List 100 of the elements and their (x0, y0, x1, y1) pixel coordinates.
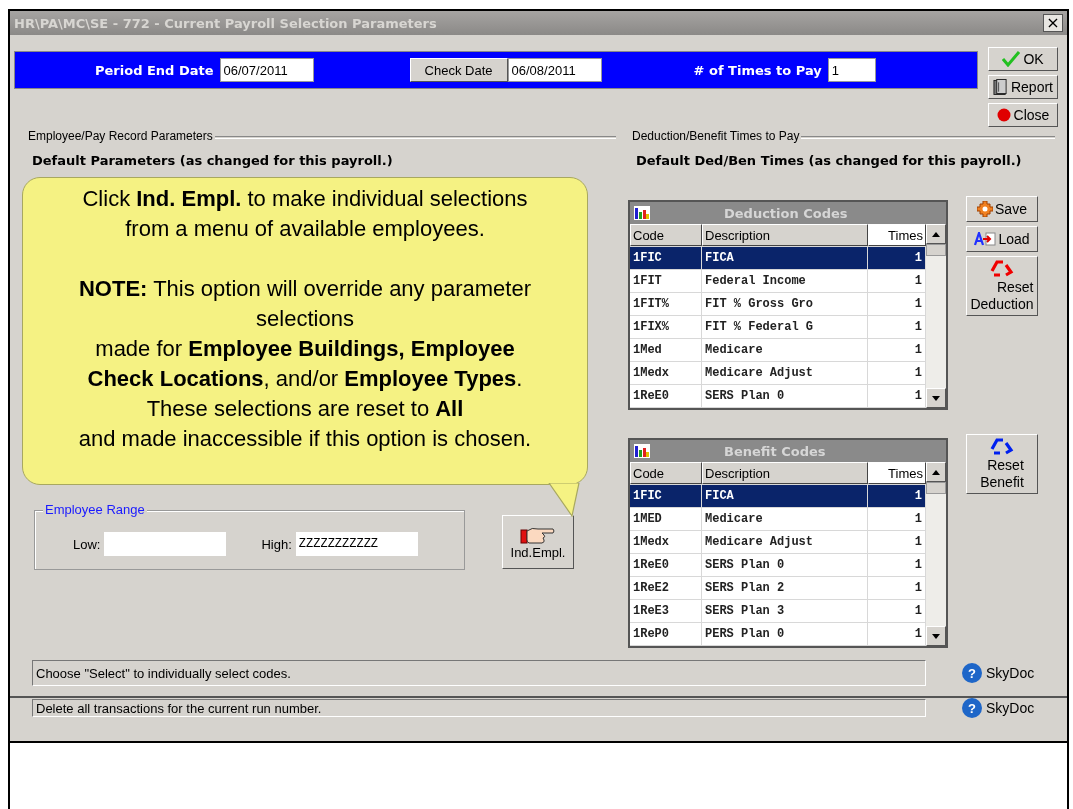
table-cell: 1ReE0 (630, 554, 702, 576)
column-header[interactable]: Code (630, 462, 702, 484)
scrollbar[interactable] (926, 224, 946, 408)
table-row[interactable]: 1Medx Medicare Adjust 1 (630, 531, 926, 554)
table-row[interactable]: 1ReP0 PERS Plan 0 1 (630, 623, 926, 646)
times-to-pay-label: # of Times to Pay (693, 62, 822, 78)
callout-text: Click Ind. Empl. to make individual selections from a menu of available employees. (81, 185, 529, 243)
low-field[interactable] (104, 532, 227, 556)
grid-title: Benefit Codes (724, 443, 826, 459)
scrollbar-thumb[interactable] (926, 482, 946, 494)
group-legend: Employee Range (43, 502, 147, 517)
down-arrow-icon (932, 395, 940, 401)
table-cell: SERS Plan 3 (702, 600, 868, 622)
table-cell: Medicare Adjust (702, 531, 868, 553)
table-row[interactable]: 1FIC FICA 1 (630, 247, 926, 270)
load-button[interactable]: Load (966, 226, 1038, 252)
help-icon[interactable]: ? (962, 663, 982, 683)
section-heading: Default Ded/Ben Times (as changed for this payroll.) (636, 153, 1023, 168)
status-text: Choose "Select" to individually select codes. (36, 665, 291, 681)
column-header[interactable]: Description (702, 462, 868, 484)
checkmark-icon (1002, 51, 1021, 67)
table-row[interactable]: 1FIC FICA 1 (630, 485, 926, 508)
up-arrow-icon (932, 469, 940, 475)
gear-icon (977, 201, 994, 217)
status-text: Delete all transactions for the current run number. (36, 700, 322, 716)
recycle-icon (990, 259, 1014, 277)
table-row[interactable]: 1FIT Federal Income 1 (630, 270, 926, 293)
high-label: High: (261, 536, 292, 552)
table-cell: FICA (702, 485, 868, 507)
period-end-label: Period End Date (95, 62, 214, 78)
table-cell: 1Medx (630, 531, 702, 553)
times-to-pay-field[interactable]: 1 (827, 58, 876, 82)
table-cell: 1Med (630, 339, 702, 361)
up-arrow-icon (932, 231, 940, 237)
table-row[interactable]: 1ReE3 SERS Plan 3 1 (630, 600, 926, 623)
save-button[interactable]: Save (966, 196, 1038, 222)
help-icon[interactable]: ? (962, 698, 982, 718)
table-row[interactable]: 1FIX% FIT % Federal G 1 (630, 316, 926, 339)
table-cell: 1ReP0 (630, 623, 702, 645)
table-cell: SERS Plan 0 (702, 385, 868, 407)
table-cell: Medicare (702, 339, 868, 361)
table-cell: SERS Plan 2 (702, 577, 868, 599)
table-cell: 1MED (630, 508, 702, 530)
recycle-icon (990, 437, 1014, 455)
table-cell: Federal Income (702, 270, 868, 292)
reset-button[interactable]: Reset Deduction (966, 256, 1038, 316)
table-row[interactable]: 1ReE0 SERS Plan 0 1 (630, 385, 926, 408)
table-cell: 1FIT (630, 270, 702, 292)
column-header[interactable]: Times (868, 462, 926, 484)
table-row[interactable]: 1ReE2 SERS Plan 2 1 (630, 577, 926, 600)
table-row[interactable]: 1ReE0 SERS Plan 0 1 (630, 554, 926, 577)
window-title: HR\PA\MC\SE - 772 - Current Payroll Selection Parameters (14, 15, 437, 31)
close-button[interactable]: × (1043, 14, 1063, 32)
table-cell: 1Medx (630, 362, 702, 384)
table-cell: 1ReE2 (630, 577, 702, 599)
table-cell: PERS Plan 0 (702, 623, 868, 645)
table-row[interactable]: 1MED Medicare 1 (630, 508, 926, 531)
grid-title: Deduction Codes (724, 205, 848, 221)
table-row[interactable]: 1Medx Medicare Adjust 1 (630, 362, 926, 385)
table-cell: 1FIC (630, 247, 702, 269)
close-button[interactable]: Close (988, 103, 1058, 127)
table-cell: FICA (702, 247, 868, 269)
check-date-field[interactable]: 06/08/2011 (507, 58, 602, 82)
column-header[interactable]: Code (630, 224, 702, 246)
table-row[interactable]: 1FIT% FIT % Gross Gro 1 (630, 293, 926, 316)
help-link[interactable]: SkyDoc (986, 665, 1035, 681)
down-arrow-icon (932, 633, 940, 639)
column-header[interactable]: Times (868, 224, 926, 246)
help-link[interactable]: SkyDoc (986, 700, 1035, 716)
table-cell: 1ReE0 (630, 385, 702, 407)
table-cell: SERS Plan 0 (702, 554, 868, 576)
table-cell: FIT % Federal G (702, 316, 868, 338)
high-field[interactable]: ZZZZZZZZZZZ (295, 532, 418, 556)
scrollbar[interactable] (926, 462, 946, 646)
ind-empl-button[interactable]: Ind.Empl. (502, 515, 574, 569)
period-end-field[interactable]: 06/07/2011 (219, 58, 314, 82)
scrollbar-thumb[interactable] (926, 244, 946, 256)
table-cell: FIT % Gross Gro (702, 293, 868, 315)
group-legend: Employee/Pay Record Parameters (28, 129, 213, 143)
reset-button[interactable]: Reset Benefit (966, 434, 1038, 494)
report-button[interactable]: Report (988, 75, 1058, 99)
table-cell: 1FIT% (630, 293, 702, 315)
load-icon (974, 232, 997, 246)
table-cell: Medicare Adjust (702, 362, 868, 384)
table-row[interactable]: 1Med Medicare 1 (630, 339, 926, 362)
table-cell: Medicare (702, 508, 868, 530)
bar-chart-icon (634, 444, 650, 458)
section-heading: Default Parameters (as changed for this payroll.) (32, 153, 394, 168)
table-cell: 1ReE3 (630, 600, 702, 622)
stop-icon (996, 108, 1011, 122)
group-legend: Deduction/Benefit Times to Pay (632, 129, 800, 143)
low-label: Low: (73, 536, 101, 552)
table-cell: 1FIX% (630, 316, 702, 338)
table-cell: 1FIC (630, 485, 702, 507)
check-date-button[interactable]: Check Date (409, 58, 508, 82)
callout-text: NOTE: This option will override any parameter selections made for Employee Buildings, Employee Check Locations, and/or Employee Types. These selections are reset to All and made inaccessible if this option is chosen. (77, 275, 533, 453)
bar-chart-icon (634, 206, 650, 220)
ok-button[interactable]: OK (988, 47, 1058, 71)
book-icon (993, 78, 1008, 96)
column-header[interactable]: Description (702, 224, 868, 246)
